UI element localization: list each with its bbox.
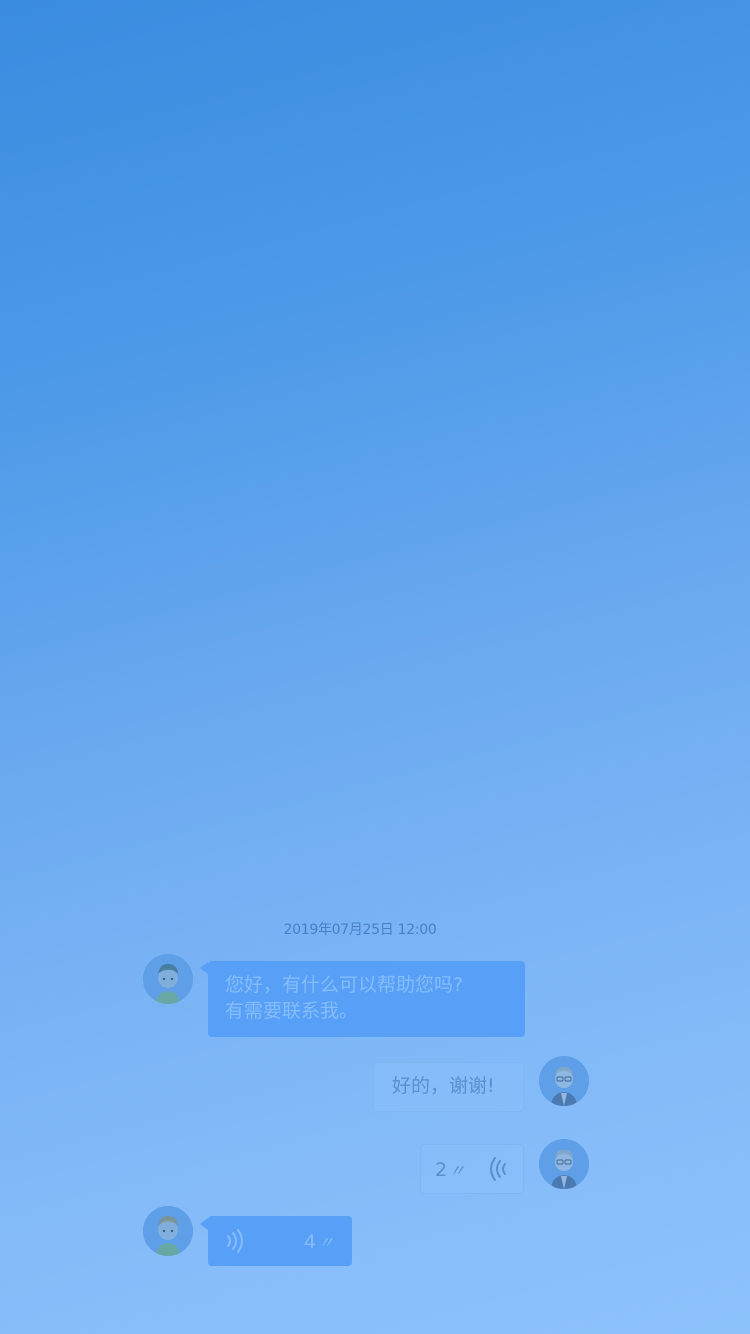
chat-screen: 2019年07月25日 12:00 您好，有什么可以帮助您吗? 有需要联系我。 … — [0, 0, 750, 1334]
agent-avatar[interactable] — [143, 954, 193, 1004]
agent-avatar[interactable] — [143, 1206, 193, 1256]
voice-wave-icon — [490, 1157, 506, 1181]
voice-wave-icon — [227, 1229, 243, 1253]
voice-duration: 2 〃 — [435, 1159, 466, 1181]
incoming-bubble-tail — [200, 1218, 208, 1230]
outgoing-message-bubble[interactable]: 好的，谢谢! — [373, 1062, 524, 1112]
user-avatar-icon — [539, 1056, 589, 1106]
outgoing-message-text: 好的，谢谢! — [392, 1075, 495, 1097]
user-avatar-icon — [539, 1139, 589, 1189]
incoming-voice-bubble[interactable]: 4 〃 — [208, 1216, 352, 1266]
incoming-message-text: 您好，有什么可以帮助您吗? 有需要联系我。 — [225, 974, 464, 1022]
incoming-message-bubble[interactable]: 您好，有什么可以帮助您吗? 有需要联系我。 — [208, 961, 525, 1037]
outgoing-voice-bubble[interactable]: 2 〃 — [420, 1144, 524, 1194]
user-avatar[interactable] — [539, 1056, 589, 1106]
incoming-bubble-tail — [200, 962, 208, 974]
voice-duration: 4 〃 — [303, 1231, 334, 1253]
user-avatar[interactable] — [539, 1139, 589, 1189]
message-timestamp: 2019年07月25日 12:00 — [283, 922, 437, 938]
agent-avatar-icon — [143, 1206, 193, 1256]
agent-avatar-icon — [143, 954, 193, 1004]
